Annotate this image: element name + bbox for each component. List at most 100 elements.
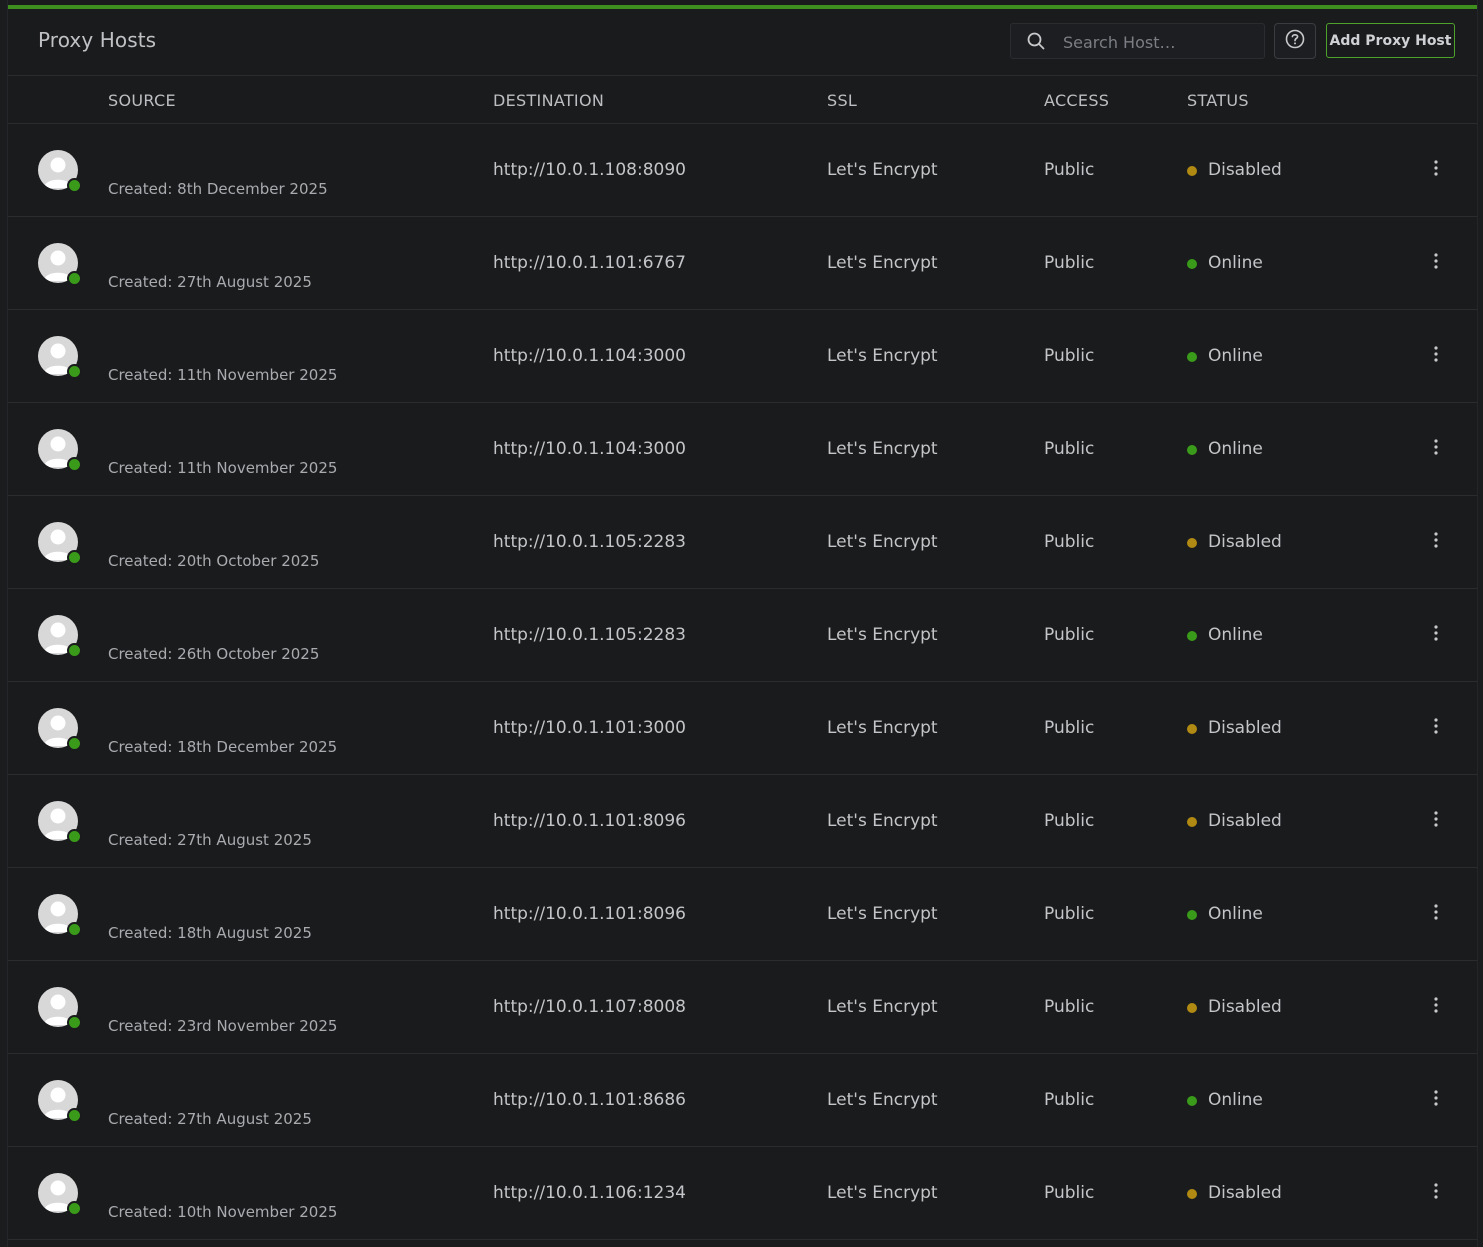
row-menu-button[interactable] [1426,809,1446,833]
status-dot [1187,909,1197,920]
row-menu-button[interactable] [1426,716,1446,740]
destination-link[interactable]: http://10.0.1.107:8008 [493,997,686,1017]
table-row[interactable]: Created: 11th November 2025 http://10.0.… [8,403,1477,496]
avatar-status-dot [67,1201,82,1216]
status-badge: Online [1187,346,1263,366]
destination-link[interactable]: http://10.0.1.101:3000 [493,718,686,738]
destination-link[interactable]: http://10.0.1.101:8096 [493,904,686,924]
avatar-status-dot [67,271,82,286]
more-vertical-icon [1434,625,1438,645]
add-proxy-host-button[interactable]: Add Proxy Host [1326,23,1455,58]
table-header: SOURCE DESTINATION SSL ACCESS STATUS [8,76,1477,124]
table-row[interactable]: Created: 18th December 2025 http://10.0.… [8,682,1477,775]
status-dot [1187,537,1197,548]
destination-link[interactable]: http://10.0.1.105:2283 [493,532,686,552]
created-date: Created: 18th December 2025 [108,738,338,756]
created-date: Created: 27th August 2025 [108,273,312,291]
ssl-provider: Let's Encrypt [827,160,938,180]
destination-link[interactable]: http://10.0.1.101:6767 [493,253,686,273]
table-row[interactable]: Created: 23rd November 2025 http://10.0.… [8,961,1477,1054]
access-level: Public [1044,718,1095,738]
status-badge: Disabled [1187,997,1282,1017]
row-menu-button[interactable] [1426,158,1446,182]
row-menu-button[interactable] [1426,623,1446,647]
row-menu-button[interactable] [1426,1088,1446,1112]
status-label: Online [1208,346,1263,366]
avatar-status-dot [67,178,82,193]
status-badge: Online [1187,625,1263,645]
status-label: Disabled [1208,718,1282,738]
row-menu-button[interactable] [1426,530,1446,554]
column-header-status[interactable]: STATUS [1187,91,1249,110]
row-menu-button[interactable] [1426,1181,1446,1205]
page-title: Proxy Hosts [38,28,157,52]
ssl-provider: Let's Encrypt [827,811,938,831]
column-header-access[interactable]: ACCESS [1044,91,1109,110]
more-vertical-icon [1434,439,1438,459]
column-header-destination[interactable]: DESTINATION [493,91,604,110]
destination-link[interactable]: http://10.0.1.104:3000 [493,346,686,366]
destination-link[interactable]: http://10.0.1.108:8090 [493,160,686,180]
created-date: Created: 27th August 2025 [108,1110,312,1128]
proxy-hosts-panel: Proxy Hosts Add Proxy Host SOURCE [7,0,1478,1247]
table-row[interactable]: Created: 27th August 2025 http://10.0.1.… [8,217,1477,310]
more-vertical-icon [1434,718,1438,738]
table-row[interactable]: Created: 8th December 2025 http://10.0.1… [8,124,1477,217]
ssl-provider: Let's Encrypt [827,346,938,366]
row-menu-button[interactable] [1426,902,1446,926]
ssl-provider: Let's Encrypt [827,532,938,552]
ssl-provider: Let's Encrypt [827,439,938,459]
status-badge: Disabled [1187,1183,1282,1203]
column-header-source[interactable]: SOURCE [108,91,176,110]
status-badge: Online [1187,904,1263,924]
ssl-provider: Let's Encrypt [827,1183,938,1203]
created-date: Created: 27th August 2025 [108,831,312,849]
created-date: Created: 11th November 2025 [108,459,338,477]
status-label: Online [1208,904,1263,924]
status-dot [1187,723,1197,734]
table-row[interactable]: Created: 18th August 2025 http://10.0.1.… [8,868,1477,961]
column-header-ssl[interactable]: SSL [827,91,857,110]
table-row[interactable]: Created: 27th August 2025 http://10.0.1.… [8,775,1477,868]
ssl-provider: Let's Encrypt [827,1090,938,1110]
table-row[interactable]: Created: 10th November 2025 http://10.0.… [8,1147,1477,1240]
status-dot [1187,630,1197,641]
status-dot [1187,1188,1197,1199]
destination-link[interactable]: http://10.0.1.105:2283 [493,625,686,645]
status-badge: Disabled [1187,532,1282,552]
access-level: Public [1044,1183,1095,1203]
avatar-status-dot [67,643,82,658]
destination-link[interactable]: http://10.0.1.101:8686 [493,1090,686,1110]
destination-link[interactable]: http://10.0.1.101:8096 [493,811,686,831]
row-menu-button[interactable] [1426,437,1446,461]
row-menu-button[interactable] [1426,995,1446,1019]
status-label: Disabled [1208,811,1282,831]
row-menu-button[interactable] [1426,251,1446,275]
more-vertical-icon [1434,1090,1438,1110]
status-badge: Disabled [1187,811,1282,831]
status-dot [1187,816,1197,827]
avatar-status-dot [67,1108,82,1123]
search-input[interactable] [1061,24,1260,60]
table-row[interactable]: Created: 26th October 2025 http://10.0.1… [8,589,1477,682]
status-badge: Online [1187,253,1263,273]
destination-link[interactable]: http://10.0.1.106:1234 [493,1183,686,1203]
avatar-status-dot [67,550,82,565]
table-row[interactable]: Created: 20th October 2025 http://10.0.1… [8,496,1477,589]
avatar-status-dot [67,736,82,751]
help-button[interactable] [1274,23,1316,59]
row-menu-button[interactable] [1426,344,1446,368]
table-row[interactable]: Created: 11th November 2025 http://10.0.… [8,310,1477,403]
status-label: Online [1208,1090,1263,1110]
avatar-status-dot [67,829,82,844]
access-level: Public [1044,1090,1095,1110]
access-level: Public [1044,811,1095,831]
access-level: Public [1044,532,1095,552]
destination-link[interactable]: http://10.0.1.104:3000 [493,439,686,459]
more-vertical-icon [1434,160,1438,180]
table-row[interactable]: Created: 27th August 2025 http://10.0.1.… [8,1054,1477,1147]
status-label: Online [1208,439,1263,459]
access-level: Public [1044,439,1095,459]
search-box[interactable] [1010,23,1265,60]
status-label: Disabled [1208,1183,1282,1203]
